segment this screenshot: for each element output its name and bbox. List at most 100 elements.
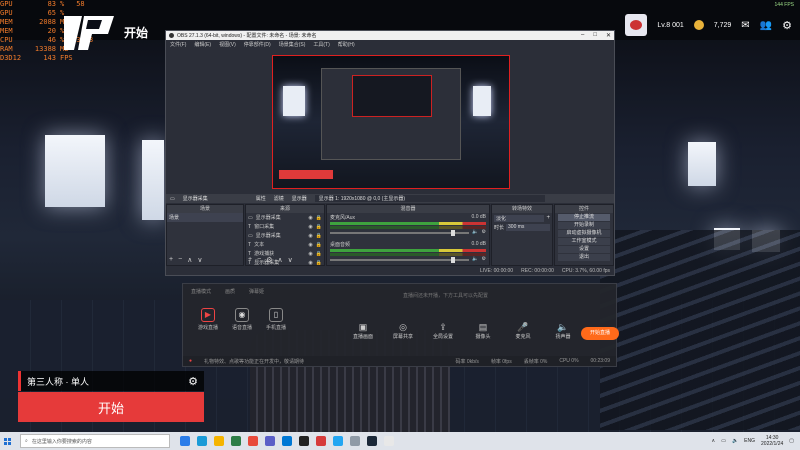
lock-icon[interactable]: 🔒 — [316, 224, 322, 230]
network-icon[interactable]: ▭ — [721, 438, 726, 444]
menu-item[interactable]: 编辑(E) — [194, 41, 211, 48]
volume-icon[interactable]: 🔈 — [732, 438, 738, 444]
speaker-icon[interactable]: 🔈 — [472, 256, 478, 262]
taskbar-app-icon[interactable] — [282, 436, 292, 446]
source-type-icon: ▭ — [248, 214, 253, 221]
live-tab[interactable]: 画质 — [225, 288, 235, 295]
lock-icon[interactable]: 🔒 — [316, 233, 322, 239]
avatar[interactable] — [625, 14, 648, 36]
game-mode-selector[interactable]: 第三人称 · 单人 ⚙ — [18, 371, 204, 391]
speaker-icon[interactable]: 🔈 — [472, 229, 478, 235]
gear-icon[interactable]: ⚙ — [266, 256, 272, 264]
lock-icon[interactable]: 🔒 — [316, 215, 322, 221]
windows-start-button[interactable] — [0, 432, 14, 450]
transition-select[interactable]: 淡化 — [494, 215, 545, 222]
tool-phone-live[interactable]: ▯ 手机直播 — [259, 308, 293, 331]
taskbar-app-icon[interactable] — [180, 436, 190, 446]
volume-slider[interactable] — [330, 257, 470, 263]
menu-item[interactable]: 视图(V) — [219, 41, 236, 48]
source-item[interactable]: T 窗口采集 ◉ 🔒 — [246, 222, 324, 231]
source-type-icon: T — [248, 223, 252, 230]
lock-icon[interactable]: 🔒 — [316, 260, 322, 266]
up-icon[interactable]: ∧ — [187, 256, 192, 264]
taskbar-app-icon[interactable] — [350, 436, 360, 446]
friends-icon[interactable]: 👥 — [760, 20, 772, 31]
chevron-up-icon[interactable]: ∧ — [712, 438, 716, 444]
control-button[interactable]: 停止推流 — [558, 214, 610, 221]
remove-icon[interactable]: − — [178, 256, 182, 264]
menu-item[interactable]: 工具(T) — [313, 41, 329, 48]
down-icon[interactable]: ∨ — [197, 256, 202, 264]
menu-item[interactable]: 停靠部件(D) — [244, 41, 271, 48]
hud-unit: % — [60, 0, 65, 8]
taskbar-app-icon[interactable] — [333, 436, 343, 446]
control-button[interactable]: 开始录制 — [558, 222, 610, 229]
eye-icon[interactable]: ◉ — [308, 260, 312, 266]
tool-game-live[interactable]: ▶ 游戏直播 — [191, 308, 225, 331]
maximize-icon[interactable]: □ — [593, 32, 597, 39]
live-tool-button[interactable]: ◎ 屏幕共享 — [388, 322, 418, 340]
up-icon[interactable]: ∧ — [277, 256, 282, 264]
mail-icon[interactable]: ✉ — [741, 20, 749, 31]
add-icon[interactable]: + — [248, 256, 252, 264]
filters-button[interactable]: 滤镜 — [274, 195, 284, 202]
control-button[interactable]: 设置 — [558, 246, 610, 253]
start-game-button[interactable]: 开始 — [18, 392, 204, 422]
live-tool-button[interactable]: ⇪ 全局设置 — [428, 322, 458, 340]
gear-icon[interactable]: ⚙ — [482, 229, 486, 235]
live-tool-button[interactable]: 🎤 麦克风 — [508, 322, 538, 340]
eye-icon[interactable]: ◉ — [308, 233, 312, 239]
add-icon[interactable]: + — [169, 256, 173, 264]
gear-icon[interactable]: ⚙ — [482, 256, 486, 262]
lock-icon[interactable]: 🔒 — [316, 251, 322, 257]
taskbar-search[interactable]: ⌕ 在这里输入你要搜索的内容 — [20, 434, 170, 448]
clock[interactable]: 14:30 2022/1/24 — [761, 435, 783, 447]
eye-icon[interactable]: ◉ — [308, 224, 312, 230]
control-button[interactable]: 启动虚拟摄像机 — [558, 230, 610, 237]
down-icon[interactable]: ∨ — [288, 256, 293, 264]
control-button[interactable]: 工作室模式 — [558, 238, 610, 245]
duration-input[interactable]: 300 ms — [506, 224, 550, 231]
eye-icon[interactable]: ◉ — [308, 215, 312, 221]
go-live-button[interactable]: 开始直播 — [581, 327, 619, 340]
live-tool-button[interactable]: ▤ 摄像头 — [468, 322, 498, 340]
source-item[interactable]: ▭ 显示器采集 ◉ 🔒 — [246, 231, 324, 240]
taskbar-app-icon[interactable] — [197, 436, 207, 446]
live-tab[interactable]: 直播模式 — [191, 288, 211, 295]
taskbar-app-icon[interactable] — [384, 436, 394, 446]
display-select[interactable]: 显示器 1: 1920x1080 @ 0,0 (主显示器) — [314, 195, 545, 202]
gear-icon[interactable]: ⚙ — [188, 375, 198, 388]
settings-icon[interactable]: ⚙ — [782, 19, 792, 32]
volume-slider[interactable] — [330, 230, 470, 236]
close-icon[interactable]: ✕ — [606, 32, 611, 39]
control-button[interactable]: 退出 — [558, 254, 610, 261]
remove-icon[interactable]: − — [257, 256, 261, 264]
taskbar-app-icon[interactable] — [316, 436, 326, 446]
taskbar-app-icon[interactable] — [299, 436, 309, 446]
minimize-icon[interactable]: – — [581, 32, 584, 39]
live-tool-button[interactable]: ▣ 直播画面 — [348, 322, 378, 340]
menu-item[interactable]: 场景集合(S) — [279, 41, 306, 48]
source-item[interactable]: ▭ 显示器采集 ◉ 🔒 — [246, 213, 324, 222]
taskbar-app-icon[interactable] — [231, 436, 241, 446]
live-notice: 礼物特效、点歌等功能正在开发中，敬请期待 — [204, 358, 305, 365]
live-tab[interactable]: 弹幕姬 — [249, 288, 264, 295]
obs-preview[interactable] — [272, 55, 510, 189]
menu-item[interactable]: 文件(F) — [170, 41, 186, 48]
add-icon[interactable]: + — [546, 215, 550, 222]
taskbar-app-icon[interactable] — [214, 436, 224, 446]
notifications-icon[interactable]: ▢ — [789, 438, 794, 444]
taskbar-app-icon[interactable] — [248, 436, 258, 446]
properties-button[interactable]: 属性 — [256, 195, 266, 202]
eye-icon[interactable]: ◉ — [308, 251, 312, 257]
tool-voice-live[interactable]: ◉ 语音直播 — [225, 308, 259, 331]
taskbar-app-icon[interactable] — [265, 436, 275, 446]
scene-item[interactable]: 场景 — [167, 213, 243, 222]
eye-icon[interactable]: ◉ — [308, 242, 312, 248]
taskbar-app-icon[interactable] — [367, 436, 377, 446]
live-tool-button[interactable]: 🔈 扬声器 — [548, 322, 578, 340]
source-item[interactable]: T 文本 ◉ 🔒 — [246, 240, 324, 249]
menu-item[interactable]: 帮助(H) — [338, 41, 355, 48]
language-indicator[interactable]: ENG — [744, 438, 755, 444]
lock-icon[interactable]: 🔒 — [316, 242, 322, 248]
